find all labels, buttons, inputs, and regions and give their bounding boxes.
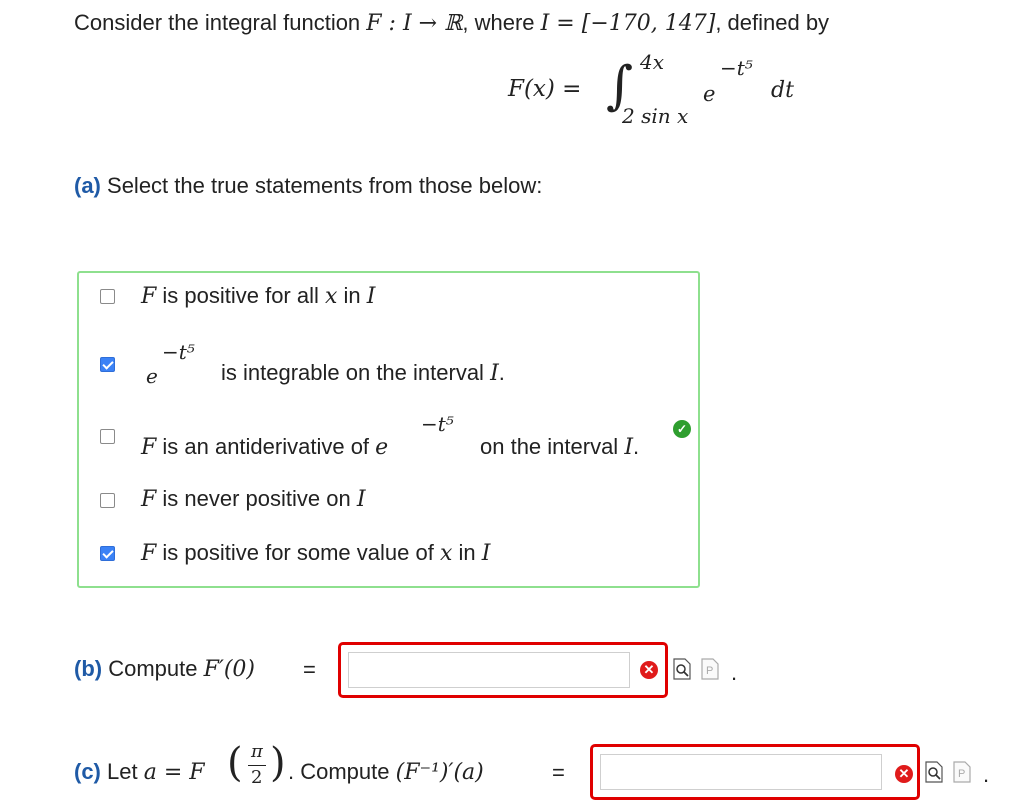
option-3-label-end: on the interval I.: [480, 434, 639, 460]
part-c-answer-box: ✕: [590, 744, 920, 800]
part-a-prompt: (a) Select the true statements from thos…: [74, 173, 542, 199]
option-4-checkbox[interactable]: [100, 493, 115, 508]
option-3-math-f: F: [141, 435, 157, 460]
preview-doc-icon[interactable]: [924, 761, 944, 783]
part-c-expr: (F⁻¹)′(a): [395, 760, 484, 785]
part-b-answer-box: ✕: [338, 642, 668, 698]
right-paren-icon: ): [270, 740, 286, 786]
option-5-math-f: F: [141, 541, 157, 566]
integral-lhs: F(x) =: [508, 76, 582, 102]
option-1-text: is positive for all: [156, 283, 325, 308]
part-c-period: .: [983, 762, 990, 787]
intro-where: , where: [462, 10, 541, 35]
option-3-label: F is an antiderivative of e: [141, 434, 388, 460]
integrand-exponent: −t⁵: [720, 56, 753, 80]
option-1-label: F is positive for all x in I: [141, 283, 375, 309]
x-circle-icon: ✕: [895, 765, 913, 783]
option-1-math-x: x: [325, 284, 338, 309]
integral-upper-bound: 4x: [640, 50, 665, 74]
intro-defined-by: , defined by: [715, 10, 830, 35]
option-5-text2: in: [452, 540, 482, 565]
part-c-prompt: (c) Let a = F: [74, 759, 205, 785]
part-a-label: (a): [74, 173, 101, 198]
svg-text:P: P: [958, 768, 965, 780]
option-3-exponent: −t⁵: [421, 412, 454, 436]
left-paren-icon: (: [227, 740, 243, 786]
option-5-math-x: x: [439, 541, 453, 566]
part-c-compute-text: . Compute: [288, 759, 396, 784]
option-1-text2: in: [337, 283, 367, 308]
fraction-numerator: π: [251, 741, 263, 762]
option-3-text2: on the interval: [480, 434, 625, 459]
integral-lower-bound: 2 sin x: [622, 104, 689, 128]
part-b-answer-input[interactable]: [348, 652, 630, 688]
option-2-text: is integrable on the interval: [221, 360, 491, 385]
option-5-text: is positive for some value of: [156, 540, 440, 565]
function-domain: F : I → ℝ: [366, 11, 463, 36]
part-c-text: Let: [100, 759, 144, 784]
option-5-checkbox[interactable]: [100, 546, 115, 561]
option-3-math-i: I: [624, 435, 634, 460]
part-c-equals: =: [552, 760, 565, 785]
preview-doc-icon[interactable]: [672, 658, 692, 680]
part-c-compute: . Compute (F⁻¹)′(a): [288, 759, 484, 785]
fraction-bar: [248, 765, 266, 766]
option-3-checkbox[interactable]: [100, 429, 115, 444]
x-circle-icon: ✕: [640, 661, 658, 679]
help-doc-icon[interactable]: P: [952, 761, 972, 783]
part-c-a-def: a = F: [143, 760, 205, 785]
option-2-math-e: e: [146, 364, 158, 388]
option-4-label: F is never positive on I: [141, 486, 366, 512]
interval-def: I = [−170, 147]: [540, 11, 716, 36]
option-4-math-i: I: [356, 487, 366, 512]
option-1-checkbox[interactable]: [100, 289, 115, 304]
part-b-label: (b): [74, 656, 103, 681]
option-2-checkbox[interactable]: [100, 357, 115, 372]
integral-differential: dt: [771, 78, 794, 103]
svg-text:P: P: [706, 665, 713, 677]
part-b-equals: =: [303, 657, 316, 682]
option-4-math-f: F: [141, 487, 157, 512]
part-b-text: Compute: [102, 656, 204, 681]
part-c-answer-input[interactable]: [600, 754, 882, 790]
option-3-text: is an antiderivative of: [156, 434, 376, 459]
option-4-text: is never positive on: [156, 486, 357, 511]
option-1-math-i: I: [366, 284, 376, 309]
part-b-expr: F′(0): [203, 657, 256, 682]
option-3-period: .: [633, 434, 640, 459]
option-2-period: .: [498, 360, 505, 385]
problem-intro: Consider the integral function F : I → ℝ…: [74, 10, 829, 36]
option-2-exponent: −t⁵: [162, 340, 195, 364]
part-b-prompt: (b) Compute F′(0): [74, 656, 255, 682]
intro-text: Consider the integral function: [74, 10, 367, 35]
help-doc-icon[interactable]: P: [700, 658, 720, 680]
option-2-math-i: I: [490, 361, 499, 386]
part-b-period: .: [731, 660, 738, 685]
option-2-label: is integrable on the interval I.: [221, 360, 505, 386]
check-circle-icon: ✓: [673, 420, 691, 438]
fraction-denominator: 2: [251, 767, 263, 788]
part-c-label: (c): [74, 759, 101, 784]
option-1-math-f: F: [141, 284, 157, 309]
part-a-text: Select the true statements from those be…: [107, 173, 543, 198]
option-3-math-e: e: [375, 435, 389, 460]
option-5-label: F is positive for some value of x in I: [141, 540, 490, 566]
option-5-math-i: I: [481, 541, 491, 566]
integrand-base: e: [703, 82, 716, 106]
